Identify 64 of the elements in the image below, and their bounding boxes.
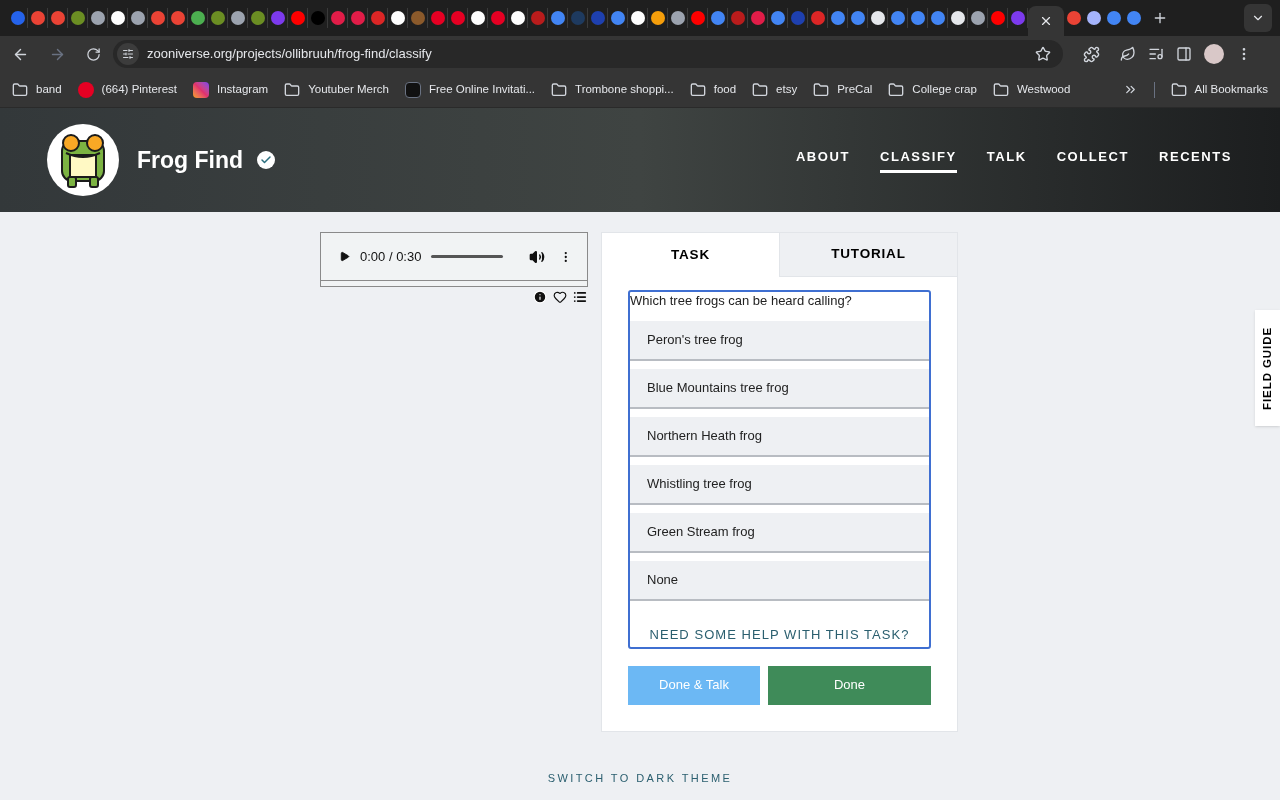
folder-icon [992,81,1009,98]
nav-link[interactable]: COLLECT [1056,147,1129,173]
site-settings-icon[interactable] [122,48,134,60]
reload-icon[interactable] [86,46,101,62]
answer-option[interactable]: Green Stream frog [630,513,929,553]
bookmark-star-icon[interactable] [1035,46,1051,62]
media-icon[interactable] [1148,46,1164,62]
bookmark-item[interactable]: Instagram [193,80,269,99]
project-title: Frog Find [137,145,244,175]
folder-icon [284,81,301,98]
seek-bar[interactable] [431,255,504,258]
list-icon[interactable] [573,290,587,304]
nav-link[interactable]: RECENTS [1158,147,1232,173]
folder-icon [752,81,769,98]
nav-link[interactable]: TALK [986,147,1027,173]
bookmark-item[interactable]: food [689,80,737,99]
new-tab-icon[interactable] [1152,10,1168,26]
folder-icon [689,81,706,98]
answer-option[interactable]: Peron's tree frog [630,321,929,361]
leaf-icon[interactable] [1120,46,1136,62]
verified-badge-icon [257,151,276,169]
answer-option[interactable]: Northern Heath frog [630,417,929,457]
dark-theme-link[interactable]: SWITCH TO DARK THEME [547,769,733,786]
bookmark-item[interactable]: Free Online Invitati... [404,80,536,99]
folder-icon [551,81,568,98]
folder-icon [813,81,830,98]
volume-icon[interactable] [529,248,546,265]
folder-icon [12,81,28,98]
address-bar[interactable]: zooniverse.org/projects/ollibruuh/frog-find/classify [113,40,1063,68]
bookmark-item[interactable]: Youtuber Merch [284,80,389,99]
bookmark-item[interactable]: (664) Pinterest [77,80,178,99]
answer-option[interactable]: Blue Mountains tree frog [630,369,929,409]
side-panel-icon[interactable] [1176,46,1192,62]
close-icon[interactable] [1039,14,1053,28]
bookmark-item[interactable]: College crap [888,80,977,99]
play-icon[interactable] [339,250,350,263]
site-logo-icon [404,81,421,98]
tab-search-button[interactable] [1244,4,1272,32]
bookmark-item[interactable]: PreCal [813,80,873,99]
active-tab[interactable] [1028,6,1064,36]
help-link[interactable]: NEED SOME HELP WITH THIS TASK? [630,625,929,645]
nav-link[interactable]: ABOUT [795,147,850,173]
camera-logo-icon [193,81,210,98]
info-icon[interactable] [533,290,547,304]
answer-option[interactable]: Whistling tree frog [630,465,929,505]
heart-icon[interactable] [553,290,567,304]
answer-option[interactable]: None [630,561,929,601]
done-button[interactable]: Done [768,665,931,705]
bookmark-item[interactable]: Westwood [992,80,1071,99]
profile-avatar[interactable] [1204,44,1224,64]
bookmark-item[interactable]: band [12,80,62,99]
bookmark-item[interactable]: etsy [752,80,798,99]
all-bookmarks-item[interactable]: All Bookmarks [1170,80,1268,99]
field-guide-tab[interactable]: FIELD GUIDE [1255,310,1280,426]
panel-tab[interactable]: TUTORIAL [779,233,957,277]
pin-logo-icon [77,81,94,98]
extensions-icon[interactable] [1083,45,1100,63]
url-text: zooniverse.org/projects/ollibruuh/frog-find/classify [147,45,433,64]
nav-link[interactable]: CLASSIFY [879,147,957,173]
question-text: Which tree frogs can be heard calling? [630,292,853,310]
folder-icon [888,81,905,98]
bookmark-item[interactable]: Trombone shoppi... [551,80,674,99]
folder-icon [1170,81,1187,98]
time-display: 0:00 / 0:30 [360,247,422,266]
